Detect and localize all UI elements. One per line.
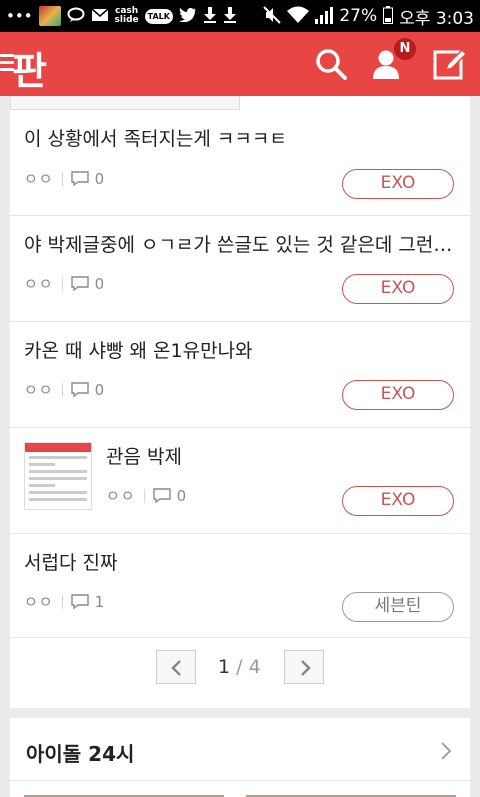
prev-page-button[interactable]: [156, 650, 196, 684]
current-page: 1: [218, 656, 231, 678]
post-title[interactable]: 이 상황에서 족터지는게 ㅋㅋㅋㅌ: [24, 124, 454, 151]
post-title[interactable]: 야 박제글중에 ㅇㄱㄹ가 쓴글도 있는 것 같은데 그런…: [24, 230, 454, 257]
view-count: ㅇㅇ: [106, 487, 136, 505]
category-tag[interactable]: EXO: [342, 274, 454, 304]
next-page-button[interactable]: [284, 650, 324, 684]
signal-icon: [315, 6, 334, 27]
mail-icon: [91, 7, 109, 25]
chevron-left-icon: [171, 660, 181, 676]
page-separator: /: [236, 656, 243, 678]
post-title[interactable]: 카온 때 샤빵 왜 온1유만나와: [24, 336, 454, 363]
battery-percent: 27%: [339, 6, 378, 26]
cashslide-icon: cash slide: [114, 6, 139, 25]
comment-icon: [70, 276, 89, 291]
post-meta: ㅇㅇ 0: [24, 168, 104, 189]
section-title[interactable]: 아이돌 24시: [26, 738, 134, 767]
clock: 오후 3:03: [399, 8, 474, 29]
category-tag[interactable]: EXO: [342, 380, 454, 410]
category-tag[interactable]: 세븐틴: [342, 592, 454, 622]
download-icon: [203, 6, 217, 26]
idol-section-card[interactable]: 아이돌 24시: [10, 718, 470, 797]
comment-count: 0: [94, 274, 105, 293]
post-meta: ㅇㅇ 0: [24, 273, 104, 294]
comment-icon: [70, 594, 89, 609]
app-thumbnail-icon: [38, 6, 61, 26]
pann-logo[interactable]: 판: [12, 40, 47, 95]
wifi-icon: [287, 6, 310, 27]
write-post-icon[interactable]: [432, 46, 468, 82]
view-count: ㅇㅇ: [24, 275, 54, 293]
total-pages: 4: [248, 656, 261, 678]
view-count: ㅇㅇ: [24, 593, 54, 611]
post-thumbnail[interactable]: [24, 442, 92, 510]
comment-count: 1: [94, 592, 105, 611]
comment-icon: [70, 382, 89, 397]
chevron-right-icon: [301, 660, 311, 676]
comment-icon: [70, 171, 89, 186]
download-icon: [223, 6, 237, 26]
comment-count: 0: [176, 486, 187, 505]
list-item[interactable]: 야 박제글중에 ㅇㄱㄹ가 쓴글도 있는 것 같은데 그런… ㅇㅇ 0 EXO: [10, 216, 470, 322]
list-item[interactable]: 서럽다 진짜 ㅇㅇ 1 세븐틴: [10, 534, 470, 638]
twitter-icon: [178, 7, 197, 25]
list-item[interactable]: 카온 때 샤빵 왜 온1유만나와 ㅇㅇ 0 EXO: [10, 322, 470, 428]
category-tag[interactable]: EXO: [342, 169, 454, 199]
view-count: ㅇㅇ: [24, 170, 54, 188]
pagination: 1 / 4: [10, 644, 470, 684]
page-indicator: 1 / 4: [218, 656, 261, 678]
mute-icon: [263, 5, 282, 27]
search-icon[interactable]: [313, 46, 349, 82]
list-item[interactable]: 이 상황에서 족터지는게 ㅋㅋㅋㅌ ㅇㅇ 0 EXO: [10, 96, 470, 216]
kakaotalk-icon: TALK: [144, 8, 173, 24]
view-count: ㅇㅇ: [24, 381, 54, 399]
comment-count: 0: [94, 169, 105, 188]
battery-icon: [383, 5, 394, 27]
post-meta: ㅇㅇ 0: [106, 485, 186, 506]
post-meta: ㅇㅇ 1: [24, 591, 104, 612]
post-meta: ㅇㅇ 0: [24, 379, 104, 400]
post-title[interactable]: 서럽다 진짜: [24, 548, 454, 575]
comment-icon: [152, 488, 171, 503]
notification-badge: N: [394, 38, 416, 60]
comment-count: 0: [94, 380, 105, 399]
post-title[interactable]: 관음 박제: [106, 442, 346, 469]
category-tag[interactable]: EXO: [342, 486, 454, 516]
chevron-right-icon[interactable]: [440, 742, 452, 760]
post-list-card: 이 상황에서 족터지는게 ㅋㅋㅋㅌ ㅇㅇ 0 EXO 야 박제글중에 ㅇㄱㄹ가 …: [10, 96, 470, 708]
status-bar: ••• cash slide TALK 27% 오후 3:03: [0, 0, 480, 32]
more-icon: •••: [6, 6, 33, 25]
app-bar: 판 N: [0, 32, 480, 96]
list-item[interactable]: 관음 박제 ㅇㅇ 0 EXO: [10, 428, 470, 534]
chat-bubble-icon: [67, 7, 85, 26]
